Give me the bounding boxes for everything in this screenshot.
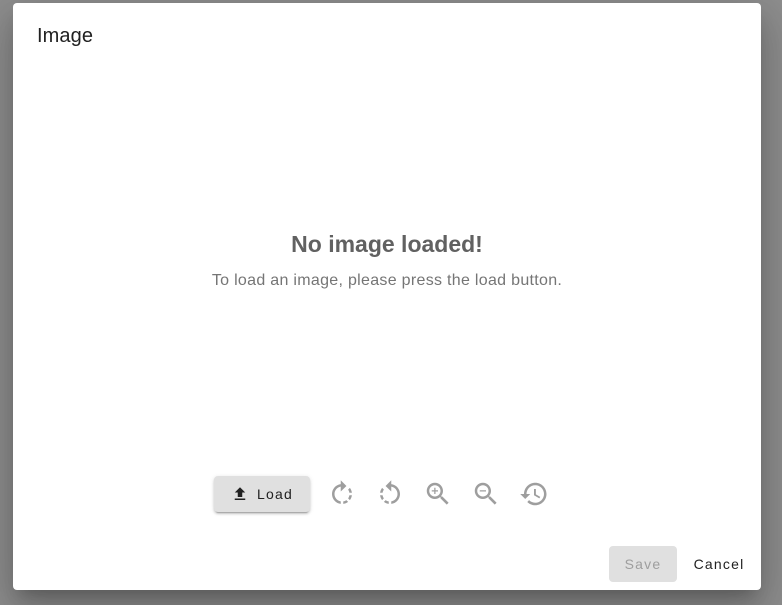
empty-state-message: To load an image, please press the load … — [211, 272, 563, 289]
rotate-counterclockwise-button[interactable] — [366, 470, 414, 518]
zoom-out-icon — [474, 482, 497, 505]
dialog-title: Image — [37, 25, 94, 47]
history-icon — [520, 482, 547, 506]
cancel-button[interactable]: Cancel — [685, 546, 753, 582]
reset-button[interactable] — [510, 470, 558, 518]
dialog-actions: Save Cancel — [609, 546, 753, 582]
empty-state: No image loaded! To load an image, pleas… — [13, 231, 761, 290]
rotate-clockwise-button[interactable] — [318, 470, 366, 518]
load-button-label: Load — [257, 486, 293, 502]
save-button[interactable]: Save — [609, 546, 677, 582]
zoom-out-button[interactable] — [462, 470, 510, 518]
rotate-right-icon — [332, 480, 352, 504]
zoom-in-button[interactable] — [414, 470, 462, 518]
upload-icon — [234, 487, 246, 500]
empty-state-title: No image loaded! — [291, 231, 483, 257]
image-toolbar: Load — [214, 476, 558, 512]
image-dialog: Image No image loaded! To load an image,… — [13, 3, 761, 590]
zoom-in-icon — [426, 482, 449, 505]
rotate-left-icon — [380, 480, 400, 504]
load-button[interactable]: Load — [214, 476, 310, 512]
